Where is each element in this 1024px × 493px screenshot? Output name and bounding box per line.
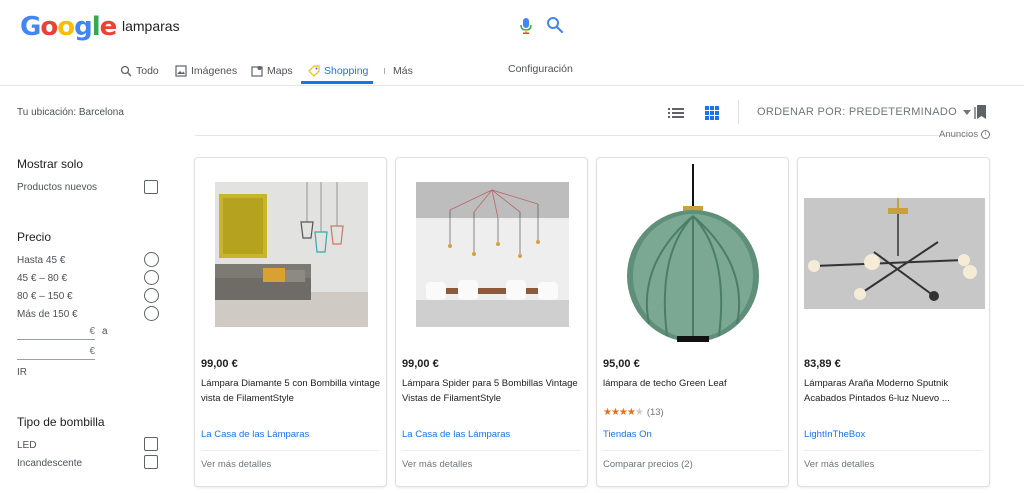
logo-letter: l: [91, 12, 101, 42]
product-image[interactable]: [416, 182, 569, 327]
product-price: 83,89 €: [804, 358, 841, 370]
filter-heading-bulb: Tipo de bombilla: [17, 415, 105, 429]
tab-label: Imágenes: [191, 64, 238, 77]
details-link[interactable]: Ver más detalles: [804, 459, 874, 470]
min-price-input[interactable]: €: [17, 326, 95, 340]
details-link[interactable]: Ver más detalles: [402, 459, 472, 470]
logo-letter: o: [40, 12, 58, 42]
active-tab-indicator: [301, 81, 373, 84]
settings-link[interactable]: Configuración: [508, 63, 573, 75]
rating-count: (13): [646, 407, 664, 418]
checkbox-incandescent[interactable]: [144, 455, 158, 469]
price-range-connector: a: [102, 326, 108, 337]
grid-view-icon[interactable]: [705, 106, 719, 120]
product-rating[interactable]: ★★★★★ (13): [603, 407, 664, 418]
filter-label: LED: [17, 440, 37, 451]
radio-price-2[interactable]: [144, 270, 159, 285]
radio-price-1[interactable]: [144, 252, 159, 267]
search-input[interactable]: lamparas: [122, 18, 180, 34]
card-divider: [402, 450, 580, 451]
image-icon: [175, 64, 187, 77]
tab-label: Maps: [267, 64, 293, 77]
card-divider: [603, 450, 781, 451]
store-link[interactable]: La Casa de las Lámparas: [402, 429, 510, 440]
product-price: 95,00 €: [603, 358, 640, 370]
currency-suffix: €: [89, 326, 95, 337]
tab-maps[interactable]: Maps: [251, 56, 293, 85]
google-logo[interactable]: Google: [20, 12, 117, 42]
filter-label: 80 € – 150 €: [17, 291, 73, 302]
bookmark-icon[interactable]: [974, 104, 988, 120]
logo-letter: G: [20, 12, 41, 42]
mic-icon[interactable]: [518, 17, 534, 35]
product-image[interactable]: [215, 182, 368, 327]
product-card[interactable]: 83,89 € Lámparas Araña Moderno Sputnik A…: [797, 157, 990, 487]
filter-label: 45 € – 80 €: [17, 273, 68, 284]
radio-price-3[interactable]: [144, 288, 159, 303]
list-view-icon[interactable]: [668, 106, 684, 120]
product-image[interactable]: [804, 198, 985, 309]
filter-label: Más de 150 €: [17, 309, 78, 320]
logo-letter: o: [57, 12, 75, 42]
sort-dropdown[interactable]: ORDENAR POR: PREDETERMINADO: [757, 106, 972, 118]
search-icon[interactable]: [546, 16, 564, 34]
product-title[interactable]: Lámpara Diamante 5 con Bombilla vintage …: [201, 376, 381, 406]
more-vert-icon: [383, 67, 386, 74]
results-divider: [195, 135, 975, 136]
product-card[interactable]: 99,00 € Lámpara Diamante 5 con Bombilla …: [194, 157, 387, 487]
store-link[interactable]: Tiendas On: [603, 429, 652, 440]
tab-label: Todo: [136, 64, 159, 77]
filter-label: Productos nuevos: [17, 182, 98, 193]
tab-todo[interactable]: Todo: [120, 56, 159, 85]
tab-imagenes[interactable]: Imágenes: [175, 56, 237, 85]
product-card[interactable]: 99,00 € Lámpara Spider para 5 Bombillas …: [395, 157, 588, 487]
max-price-input[interactable]: €: [17, 346, 95, 360]
logo-letter: g: [74, 12, 93, 42]
filter-heading-show-only: Mostrar solo: [17, 157, 84, 171]
star-rating-icon: ★★★★★: [603, 407, 644, 418]
product-image[interactable]: [617, 164, 770, 344]
tab-label: Más: [393, 64, 413, 77]
product-title[interactable]: lámpara de techo Green Leaf: [603, 376, 783, 391]
product-card[interactable]: 95,00 € lámpara de techo Green Leaf ★★★★…: [596, 157, 789, 487]
search-box[interactable]: lamparas: [112, 10, 574, 42]
sort-label: ORDENAR POR: PREDETERMINADO: [757, 106, 958, 118]
search-icon: [120, 65, 132, 76]
details-link[interactable]: Ver más detalles: [201, 459, 271, 470]
product-price: 99,00 €: [402, 358, 439, 370]
ads-label[interactable]: Anuncios i: [939, 129, 991, 140]
checkbox-led[interactable]: [144, 437, 158, 451]
card-divider: [804, 450, 982, 451]
map-icon: [251, 65, 263, 77]
filter-label: Incandescente: [17, 458, 83, 469]
product-price: 99,00 €: [201, 358, 238, 370]
store-link[interactable]: LightInTheBox: [804, 429, 865, 440]
product-title[interactable]: Lámpara Spider para 5 Bombillas Vintage …: [402, 376, 582, 406]
tab-label: Shopping: [324, 64, 369, 77]
card-divider: [201, 450, 379, 451]
info-icon: i: [981, 130, 991, 139]
checkbox-new-products[interactable]: [144, 180, 158, 194]
ads-text: Anuncios: [939, 129, 979, 140]
radio-price-4[interactable]: [144, 306, 159, 321]
currency-suffix: €: [89, 346, 95, 357]
location-label: Tu ubicación: Barcelona: [17, 107, 124, 118]
compare-prices-link[interactable]: Comparar precios (2): [603, 459, 693, 470]
product-title[interactable]: Lámparas Araña Moderno Sputnik Acabados …: [804, 376, 984, 406]
header-divider: [0, 85, 1024, 86]
go-button[interactable]: IR: [17, 367, 27, 378]
tab-mas[interactable]: Más: [383, 56, 413, 85]
tag-icon: [308, 64, 320, 77]
dropdown-arrow-icon: [963, 109, 972, 115]
filter-heading-price: Precio: [17, 230, 52, 244]
toolbar-divider: [738, 100, 739, 124]
store-link[interactable]: La Casa de las Lámparas: [201, 429, 309, 440]
filter-label: Hasta 45 €: [17, 255, 66, 266]
